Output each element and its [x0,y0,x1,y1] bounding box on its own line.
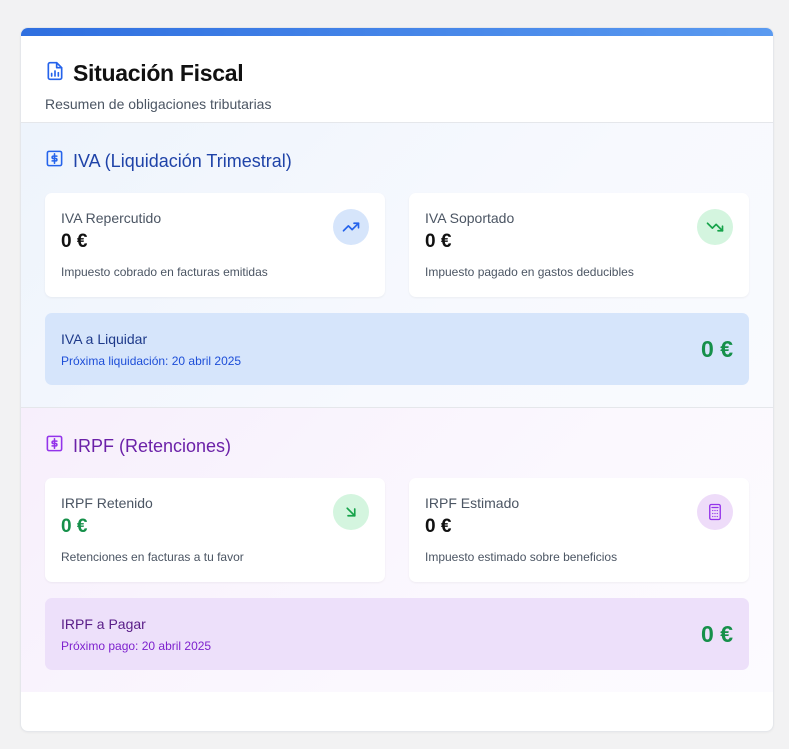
calculator-icon [697,494,733,530]
irpf-section-title: IRPF (Retenciones) [73,435,232,456]
card-description: Impuesto pagado en gastos deducibles [425,265,634,279]
card-label: IRPF Retenido [61,495,153,511]
trending-up-icon [333,209,369,245]
card-label: IVA Soportado [425,210,515,226]
fiscal-status-card: Situación Fiscal Resumen de obligaciones… [20,27,774,732]
card-value: 0 € [61,516,88,537]
card-description: Retenciones en facturas a tu favor [61,550,244,564]
summary-label: IRPF a Pagar [61,615,146,632]
irpf-section: IRPF (Retenciones) IRPF Retenido 0 € Ret… [21,408,773,692]
card-description: Impuesto estimado sobre beneficios [425,550,618,564]
page-subtitle: Resumen de obligaciones tributarias [45,96,272,112]
iva-section: IVA (Liquidación Trimestral) IVA Repercu… [21,123,773,408]
summary-label: IVA a Liquidar [61,330,148,347]
card-label: IVA Repercutido [61,210,162,226]
summary-value: 0 € [701,335,733,362]
dollar-square-icon [45,149,64,173]
card-label: IRPF Estimado [425,495,520,511]
summary-date: Próximo pago: 20 abril 2025 [61,638,212,653]
summary-date: Próxima liquidación: 20 abril 2025 [61,353,242,368]
page-title: Situación Fiscal [73,60,244,86]
card-description: Impuesto cobrado en facturas emitidas [61,265,268,279]
arrow-down-right-icon [333,494,369,530]
iva-repercutido-card: IVA Repercutido 0 € Impuesto cobrado en … [45,193,385,297]
irpf-retenido-card: IRPF Retenido 0 € Retenciones en factura… [45,478,385,582]
iva-soportado-card: IVA Soportado 0 € Impuesto pagado en gas… [409,193,749,297]
irpf-summary: IRPF a Pagar Próximo pago: 20 abril 2025… [45,598,749,670]
card-value: 0 € [425,231,452,252]
file-chart-icon [45,61,65,86]
card-value: 0 € [425,516,452,537]
trending-down-icon [697,209,733,245]
dollar-square-icon [45,434,64,458]
irpf-estimado-card: IRPF Estimado 0 € Impuesto estimado sobr… [409,478,749,582]
iva-section-title: IVA (Liquidación Trimestral) [73,150,292,171]
card-header: Situación Fiscal Resumen de obligaciones… [21,36,773,123]
summary-value: 0 € [701,620,733,647]
accent-bar [21,28,773,36]
card-value: 0 € [61,231,88,252]
iva-summary: IVA a Liquidar Próxima liquidación: 20 a… [45,313,749,385]
